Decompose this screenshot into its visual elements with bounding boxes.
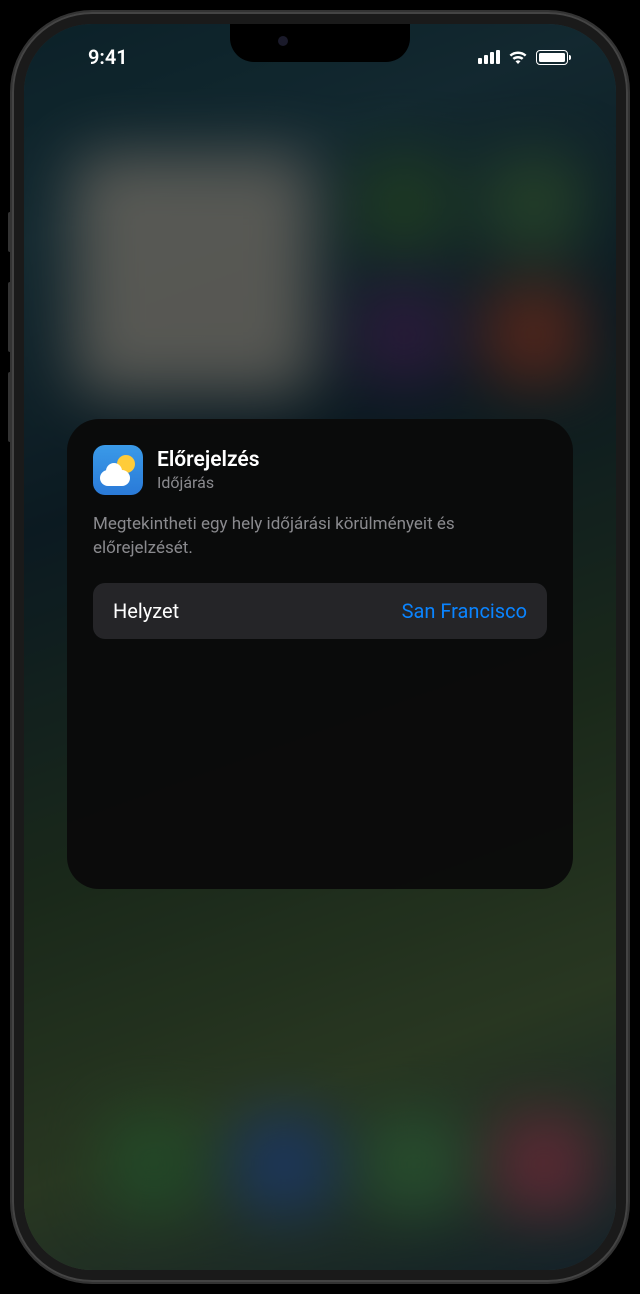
status-time: 9:41	[88, 45, 128, 69]
phone-screen: 9:41 Előrejelzés	[24, 24, 616, 1270]
side-buttons	[8, 212, 12, 462]
status-indicators	[478, 50, 568, 65]
weather-app-icon	[93, 445, 143, 495]
popup-app-name: Időjárás	[157, 473, 260, 492]
location-row[interactable]: Helyzet San Francisco	[93, 583, 547, 639]
notch	[230, 24, 410, 62]
location-row-value: San Francisco	[402, 599, 527, 623]
popup-title: Előrejelzés	[157, 448, 260, 473]
battery-icon	[536, 50, 568, 65]
location-row-label: Helyzet	[113, 599, 179, 623]
popup-description: Megtekintheti egy hely időjárási körülmé…	[93, 513, 547, 561]
cellular-signal-icon	[478, 50, 500, 64]
widget-config-popup: Előrejelzés Időjárás Megtekintheti egy h…	[67, 419, 573, 889]
popup-header: Előrejelzés Időjárás	[93, 445, 547, 495]
phone-frame: 9:41 Előrejelzés	[12, 12, 628, 1282]
wifi-icon	[508, 50, 528, 65]
